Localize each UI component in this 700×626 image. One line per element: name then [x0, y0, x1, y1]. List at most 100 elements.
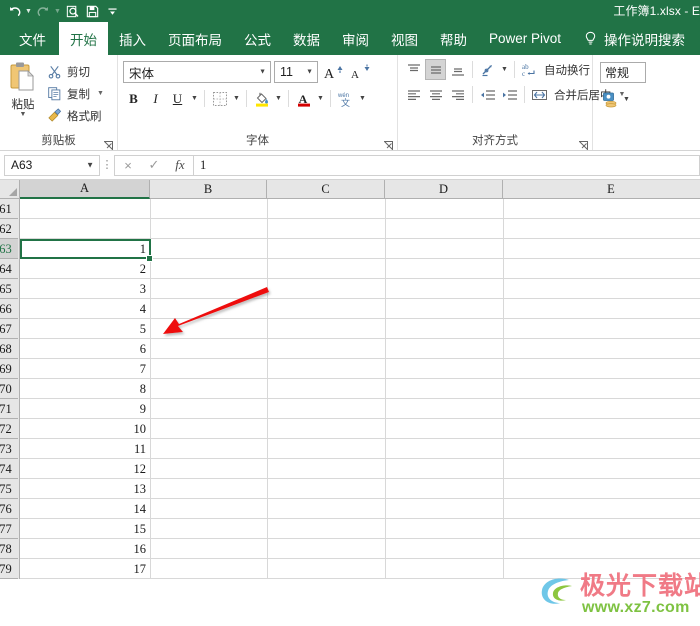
- cell-A70[interactable]: 8: [20, 379, 150, 399]
- row-header-63[interactable]: 63: [0, 239, 18, 259]
- redo-dropdown-icon[interactable]: ▼: [53, 1, 62, 21]
- increase-font-size-button[interactable]: A: [321, 61, 345, 83]
- formula-input[interactable]: 1: [193, 154, 700, 176]
- row-header-65[interactable]: 65: [0, 279, 18, 299]
- font-size-dropdown-icon[interactable]: ▼: [306, 69, 313, 76]
- underline-button[interactable]: U: [167, 88, 188, 109]
- borders-button[interactable]: [209, 88, 230, 109]
- print-preview-icon[interactable]: [62, 1, 82, 21]
- undo-icon[interactable]: [4, 1, 24, 21]
- column-header-b[interactable]: B: [150, 180, 267, 198]
- phonetic-guide-dropdown-icon[interactable]: ▼: [357, 88, 368, 109]
- copy-button[interactable]: 复制 ▼: [46, 84, 104, 103]
- column-header-a[interactable]: A: [20, 180, 150, 199]
- tab-formulas[interactable]: 公式: [233, 22, 282, 55]
- font-name-input[interactable]: 宋体 ▼: [123, 61, 271, 83]
- column-header-e[interactable]: E: [503, 180, 700, 198]
- accounting-format-button[interactable]: [600, 89, 621, 110]
- underline-dropdown-icon[interactable]: ▼: [189, 88, 200, 109]
- row-header-76[interactable]: 76: [0, 499, 18, 519]
- cell-A66[interactable]: 4: [20, 299, 150, 319]
- cell-A75[interactable]: 13: [20, 479, 150, 499]
- row-header-75[interactable]: 75: [0, 479, 18, 499]
- redo-icon[interactable]: [33, 1, 53, 21]
- number-format-select[interactable]: 常规: [600, 62, 646, 83]
- accounting-format-dropdown-icon[interactable]: ▼: [621, 89, 632, 110]
- cell-A65[interactable]: 3: [20, 279, 150, 299]
- cell-A73[interactable]: 11: [20, 439, 150, 459]
- fill-handle[interactable]: [146, 255, 153, 262]
- row-header-69[interactable]: 69: [0, 359, 18, 379]
- font-dialog-launcher-icon[interactable]: [383, 139, 393, 151]
- borders-dropdown-icon[interactable]: ▼: [231, 88, 242, 109]
- italic-button[interactable]: I: [145, 88, 166, 109]
- column-header-c[interactable]: C: [267, 180, 385, 198]
- orientation-button[interactable]: [477, 59, 498, 80]
- cell-A72[interactable]: 10: [20, 419, 150, 439]
- align-center-button[interactable]: [425, 84, 446, 105]
- customize-qat-icon[interactable]: [102, 1, 122, 21]
- row-header-72[interactable]: 72: [0, 419, 18, 439]
- row-header-70[interactable]: 70: [0, 379, 18, 399]
- insert-function-button[interactable]: fx: [167, 156, 193, 175]
- row-header-74[interactable]: 74: [0, 459, 18, 479]
- align-middle-button[interactable]: [425, 59, 446, 80]
- row-header-62[interactable]: 62: [0, 219, 18, 239]
- tab-page-layout[interactable]: 页面布局: [157, 22, 233, 55]
- row-header-71[interactable]: 71: [0, 399, 18, 419]
- font-name-dropdown-icon[interactable]: ▼: [259, 69, 266, 76]
- decrease-indent-button[interactable]: [477, 84, 498, 105]
- cell-A78[interactable]: 16: [20, 539, 150, 559]
- name-box-dropdown-icon[interactable]: ▼: [86, 161, 94, 170]
- tab-power-pivot[interactable]: Power Pivot: [478, 22, 572, 55]
- column-header-d[interactable]: D: [385, 180, 503, 198]
- paste-dropdown-icon[interactable]: ▼: [20, 111, 27, 119]
- undo-dropdown-icon[interactable]: ▼: [24, 1, 33, 21]
- tab-home[interactable]: 开始: [59, 22, 108, 55]
- row-header-66[interactable]: 66: [0, 299, 18, 319]
- row-header-61[interactable]: 61: [0, 199, 18, 219]
- row-header-68[interactable]: 68: [0, 339, 18, 359]
- cell-A63[interactable]: 1: [20, 239, 150, 259]
- cell-A74[interactable]: 12: [20, 459, 150, 479]
- cell-A67[interactable]: 5: [20, 319, 150, 339]
- font-size-input[interactable]: 11 ▼: [274, 61, 318, 83]
- cell-A76[interactable]: 14: [20, 499, 150, 519]
- wrap-text-button[interactable]: ab c 自动换行: [519, 59, 592, 80]
- align-bottom-button[interactable]: [447, 59, 468, 80]
- orientation-dropdown-icon[interactable]: ▼: [499, 59, 510, 80]
- confirm-entry-button[interactable]: ✓: [141, 156, 167, 175]
- row-header-73[interactable]: 73: [0, 439, 18, 459]
- bold-button[interactable]: B: [123, 88, 144, 109]
- paste-button[interactable]: 粘贴 ▼: [0, 59, 46, 119]
- font-color-button[interactable]: A: [293, 88, 314, 109]
- name-box[interactable]: A63 ▼: [4, 154, 100, 176]
- row-header-79[interactable]: 79: [0, 559, 18, 579]
- increase-indent-button[interactable]: [499, 84, 520, 105]
- fill-color-button[interactable]: [251, 88, 272, 109]
- tab-help[interactable]: 帮助: [429, 22, 478, 55]
- tell-me-search[interactable]: 操作说明搜索: [572, 22, 695, 55]
- align-left-button[interactable]: [403, 84, 424, 105]
- tab-review[interactable]: 审阅: [331, 22, 380, 55]
- alignment-dialog-launcher-icon[interactable]: [578, 139, 588, 151]
- cut-button[interactable]: 剪切: [46, 62, 104, 81]
- cell-A71[interactable]: 9: [20, 399, 150, 419]
- select-all-button[interactable]: [0, 180, 20, 199]
- phonetic-guide-button[interactable]: wén 文: [335, 88, 356, 109]
- cell-A79[interactable]: 17: [20, 559, 150, 579]
- font-color-dropdown-icon[interactable]: ▼: [315, 88, 326, 109]
- fill-color-dropdown-icon[interactable]: ▼: [273, 88, 284, 109]
- tab-file[interactable]: 文件: [6, 22, 59, 55]
- cell-A68[interactable]: 6: [20, 339, 150, 359]
- align-right-button[interactable]: [447, 84, 468, 105]
- tab-view[interactable]: 视图: [380, 22, 429, 55]
- formula-bar-handle[interactable]: ⋮: [100, 159, 114, 170]
- format-painter-button[interactable]: 格式刷: [46, 106, 104, 125]
- row-header-64[interactable]: 64: [0, 259, 18, 279]
- save-icon[interactable]: [82, 1, 102, 21]
- row-header-67[interactable]: 67: [0, 319, 18, 339]
- align-top-button[interactable]: [403, 59, 424, 80]
- tab-insert[interactable]: 插入: [108, 22, 157, 55]
- copy-dropdown-icon[interactable]: ▼: [97, 90, 104, 97]
